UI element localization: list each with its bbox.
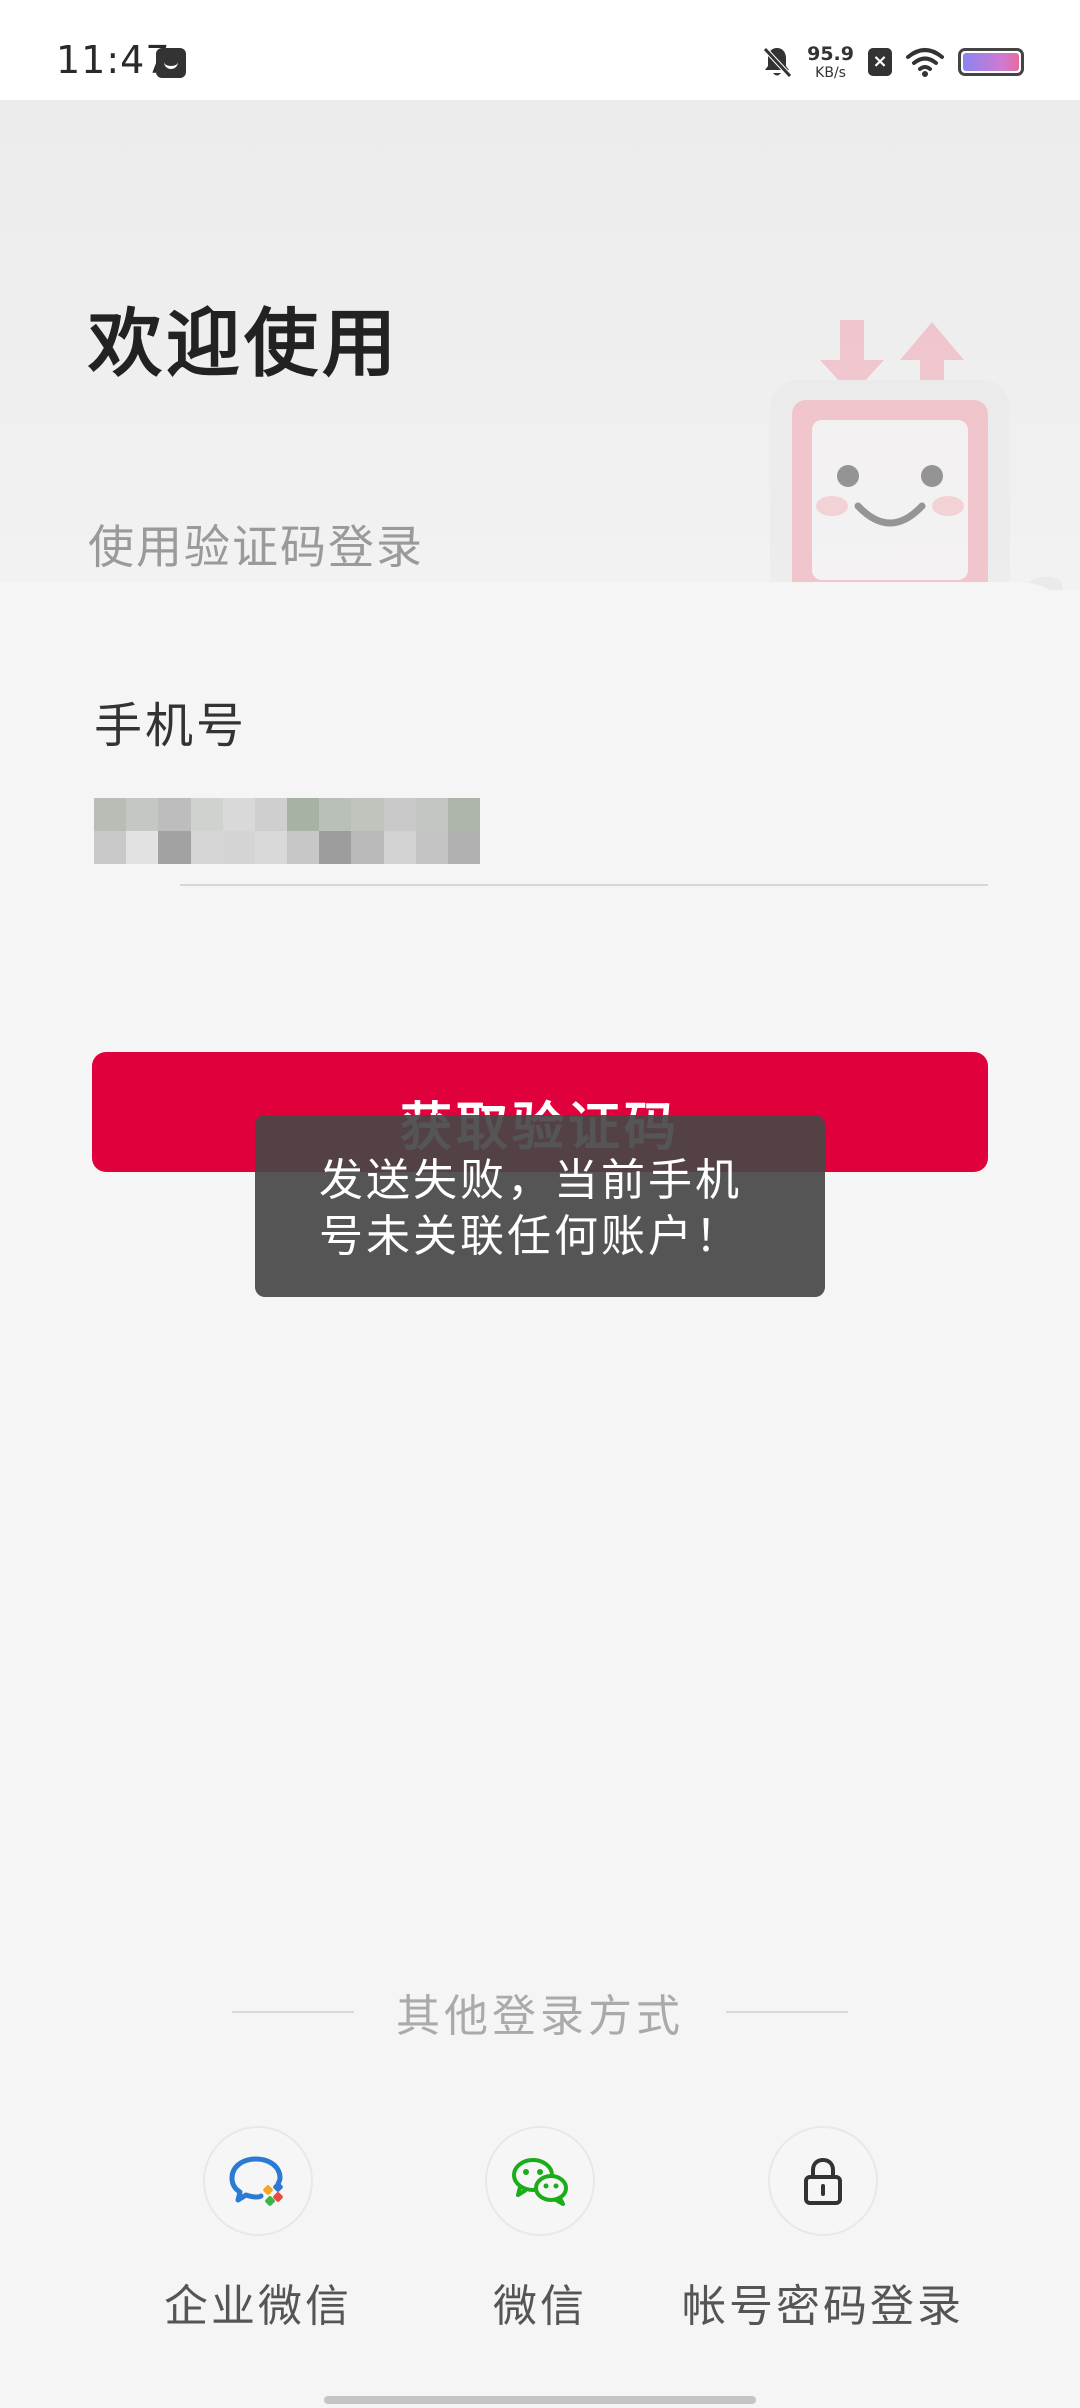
- status-bar: 11:47 95.9 KB/s ×: [0, 0, 1080, 100]
- mascot-illustration: [770, 320, 1064, 590]
- battery-icon: [958, 48, 1024, 76]
- password-login-label: 帐号密码登录: [682, 2281, 964, 2332]
- wecom-icon: [229, 2156, 283, 2206]
- divider-line-left: [232, 2011, 354, 2013]
- login-screen: 11:47 95.9 KB/s × 欢迎使用 使用验证码登录 手机号 发送失败，…: [0, 0, 1080, 2408]
- lock-icon: [804, 2157, 842, 2205]
- battery-level: [963, 53, 1019, 71]
- wecom-login-option[interactable]: 企业微信: [138, 2126, 378, 2334]
- mute-bell-icon: [763, 47, 792, 78]
- other-login-title: 其他登录方式: [396, 1991, 684, 2042]
- status-time: 11:47: [56, 38, 171, 82]
- wechat-icon-circle[interactable]: [485, 2126, 595, 2236]
- app-notification-icon: [156, 48, 186, 78]
- page-subtitle: 使用验证码登录: [88, 520, 424, 574]
- home-indicator[interactable]: [324, 2396, 756, 2404]
- phone-label: 手机号: [94, 698, 248, 754]
- sim-off-icon: ×: [868, 48, 892, 76]
- wecom-icon-circle[interactable]: [203, 2126, 313, 2236]
- password-login-option[interactable]: 帐号密码登录: [682, 2126, 961, 2334]
- welcome-header: 欢迎使用 使用验证码登录: [0, 100, 1080, 590]
- status-icons: 95.9 KB/s ×: [761, 40, 1024, 84]
- net-speed-value: 95.9: [807, 42, 854, 65]
- page-title: 欢迎使用: [88, 301, 400, 387]
- net-speed: 95.9 KB/s: [807, 42, 854, 81]
- phone-input-underline: [180, 884, 988, 886]
- phone-input[interactable]: [94, 798, 480, 864]
- wechat-login-label: 微信: [493, 2281, 587, 2332]
- lock-icon-circle[interactable]: [768, 2126, 878, 2236]
- wechat-icon: [512, 2158, 568, 2206]
- divider-line-right: [726, 2011, 848, 2013]
- net-speed-unit: KB/s: [815, 64, 846, 81]
- wifi-icon: [906, 48, 944, 77]
- wechat-login-option[interactable]: 微信: [420, 2126, 660, 2334]
- wecom-login-label: 企业微信: [164, 2281, 352, 2332]
- error-toast: 发送失败，当前手机号未关联任何账户！: [255, 1115, 825, 1297]
- other-login-divider: 其他登录方式: [232, 1980, 848, 2044]
